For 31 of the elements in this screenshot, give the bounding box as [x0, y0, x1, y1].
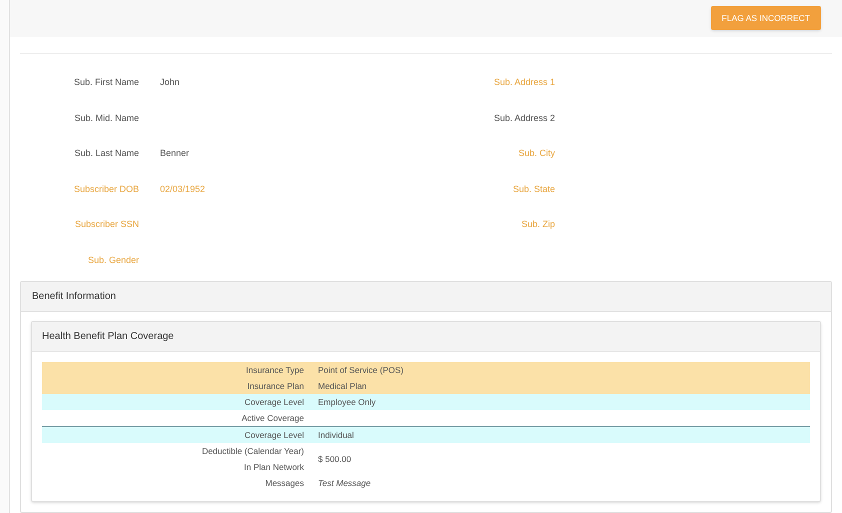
coverage-label: Insurance Type: [246, 364, 304, 377]
coverage-label: Deductible (Calendar Year): [202, 445, 304, 458]
coverage-label: Messages: [265, 477, 304, 490]
field-label: Sub. First Name: [72, 76, 139, 89]
field-label: Subscriber SSN: [74, 218, 139, 231]
coverage-label: Active Coverage: [242, 412, 304, 425]
card-title: Health Benefit Plan Coverage: [42, 330, 174, 344]
field-label: Sub. City: [518, 147, 555, 160]
coverage-label: Coverage Level: [244, 429, 304, 442]
coverage-value: Point of Service (POS): [318, 364, 404, 377]
field-label: Sub. Last Name: [73, 147, 139, 160]
field-value: Benner: [160, 147, 190, 160]
field-label: Sub. Mid. Name: [73, 112, 139, 124]
field-label: Sub. Gender: [86, 254, 139, 266]
field-label: Sub. Address 1: [494, 76, 555, 89]
coverage-label: Coverage Level: [244, 396, 304, 409]
field-value: 02/03/1952: [160, 182, 206, 196]
coverage-label: Insurance Plan: [247, 380, 304, 393]
coverage-label: In Plan Network: [244, 461, 304, 474]
field-label: Sub. Zip: [521, 218, 555, 231]
field-value: John: [160, 76, 180, 89]
flag-as-incorrect-button[interactable]: FLAG AS INCORRECT: [710, 6, 821, 30]
coverage-value: Medical Plan: [318, 380, 368, 393]
panel-title: Benefit Information: [32, 290, 116, 304]
coverage-value: Employee Only: [318, 396, 376, 409]
coverage-value: $ 500.00: [318, 453, 352, 466]
coverage-value: Individual: [318, 429, 354, 442]
field-label: Sub. Address 2: [494, 112, 555, 124]
field-label: Subscriber DOB: [72, 182, 139, 196]
field-label: Sub. State: [512, 182, 555, 196]
coverage-value: Test Message: [318, 477, 371, 490]
